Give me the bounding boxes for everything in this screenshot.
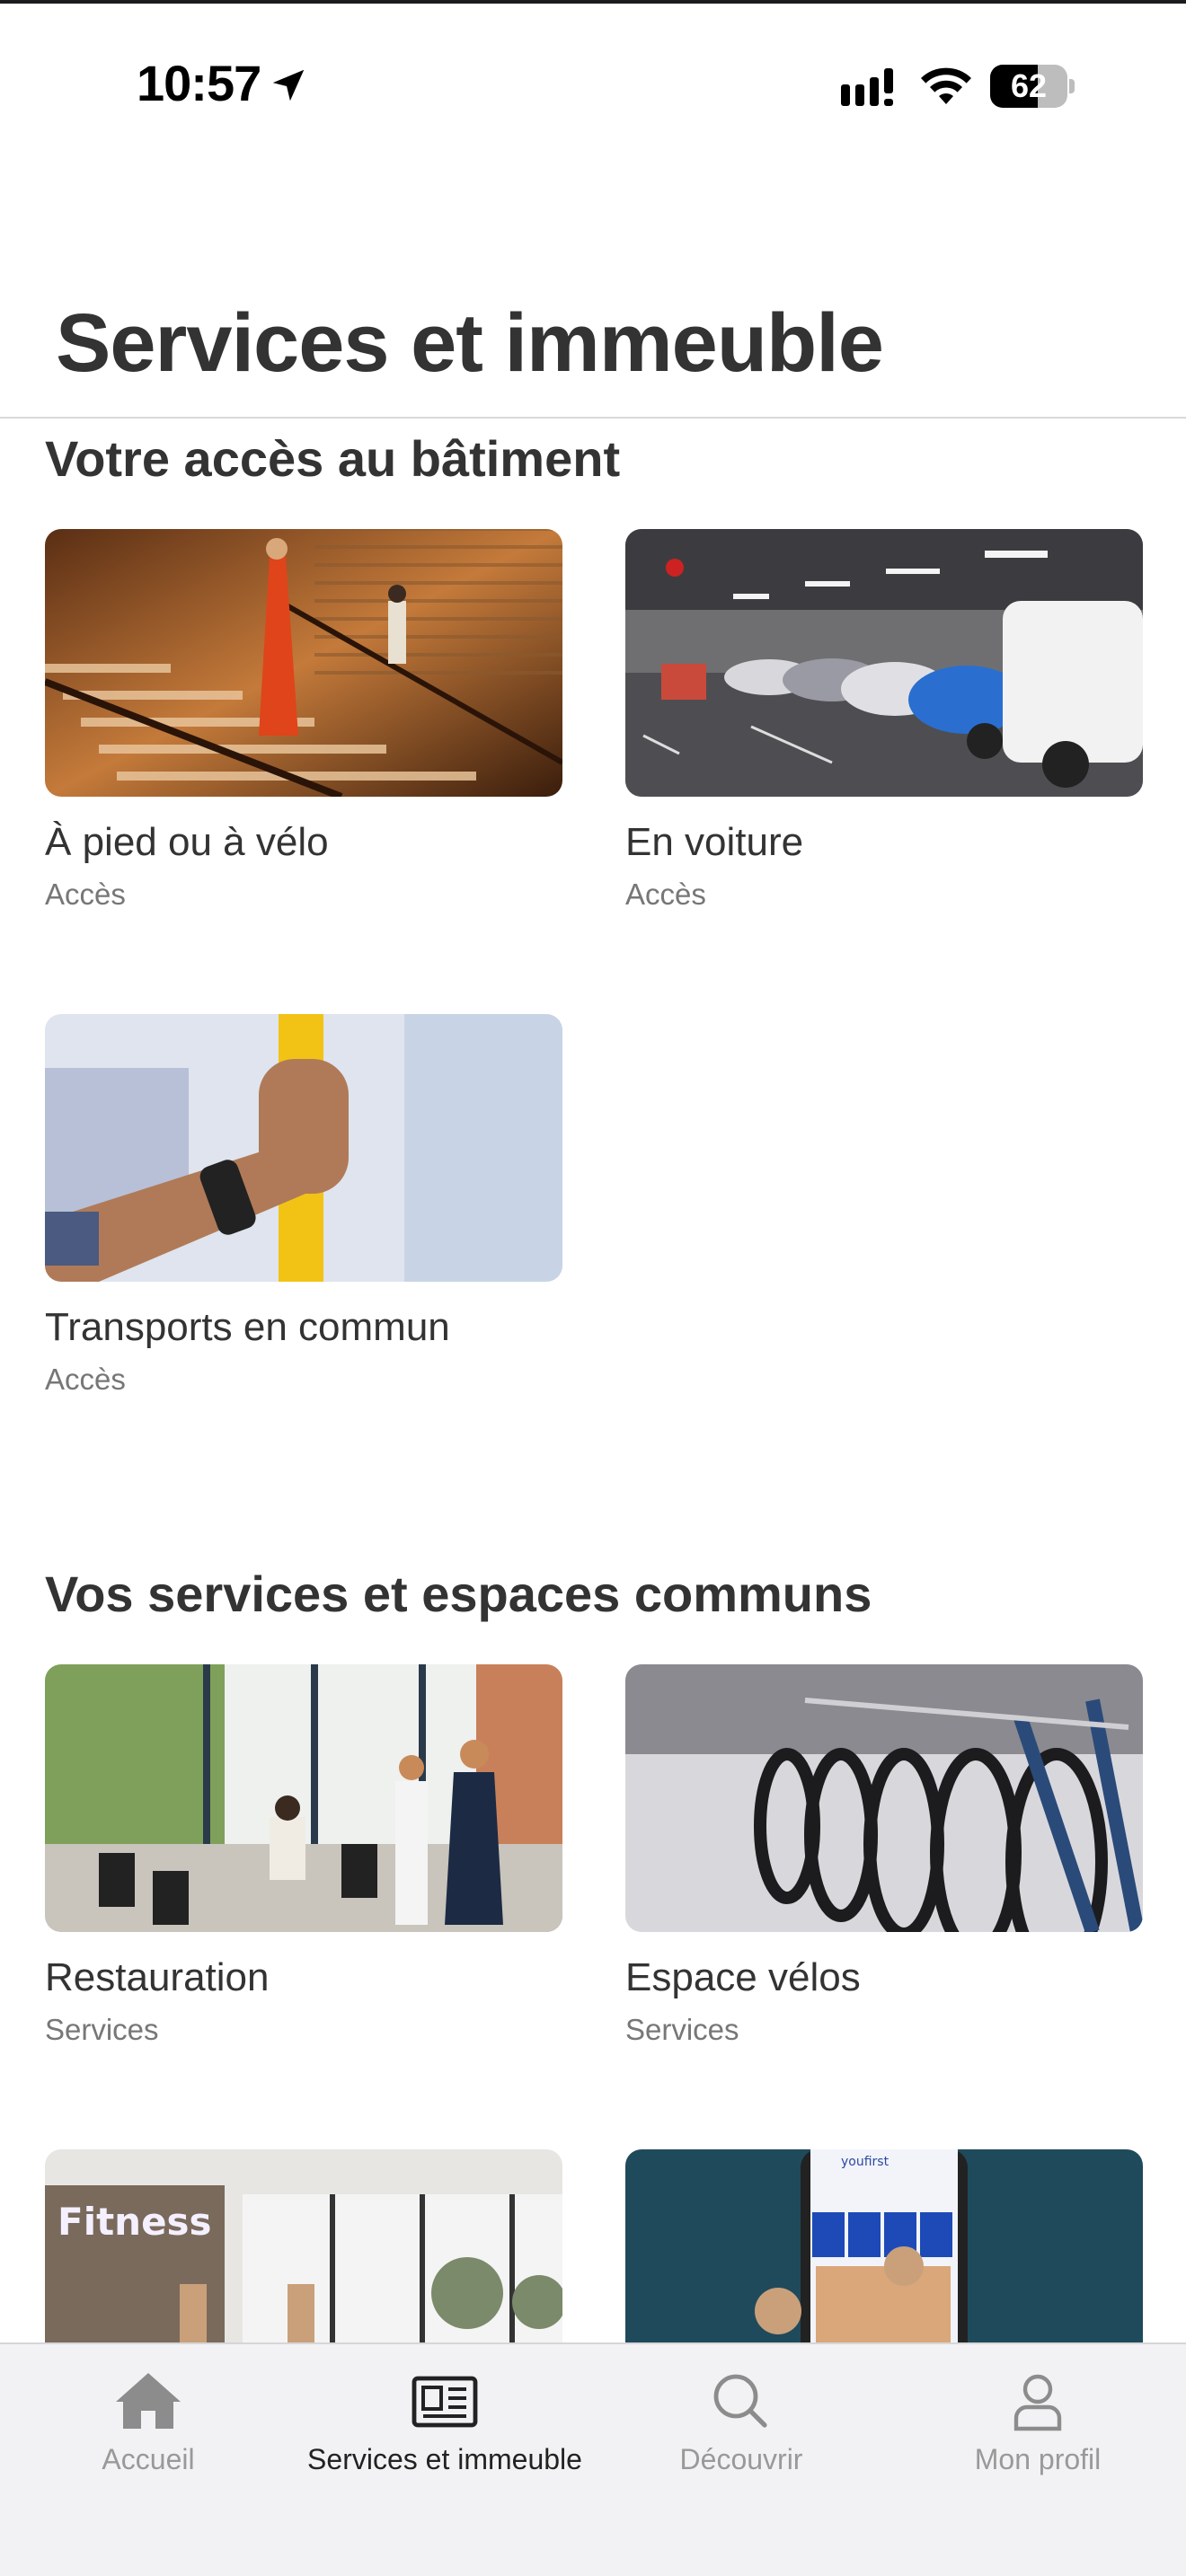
- card-category: Accès: [625, 878, 706, 911]
- card-category: Accès: [45, 878, 126, 911]
- card-restauration[interactable]: Restauration Services: [45, 1664, 562, 2047]
- search-icon: [713, 2374, 767, 2428]
- bike-rack-photo: [625, 1664, 1143, 1932]
- card-title: Espace vélos: [625, 1955, 861, 1999]
- tab-label: Services et immeuble: [307, 2443, 582, 2475]
- newspaper-icon: [412, 2376, 478, 2428]
- card-title: À pied ou à vélo: [45, 820, 329, 864]
- card-category: Accès: [45, 1363, 126, 1396]
- top-edge-line: [0, 0, 1186, 4]
- cellular-signal-icon: [841, 68, 893, 106]
- stairs-photo: [45, 529, 562, 797]
- card-public-transport[interactable]: Transports en commun Accès: [45, 1014, 562, 1397]
- app-brand-text: youfirst: [841, 2155, 890, 2169]
- person-icon: [1013, 2374, 1062, 2431]
- wifi-icon: [921, 67, 971, 104]
- section-title-services: Vos services et espaces communs: [45, 1566, 872, 1622]
- tab-discover[interactable]: Découvrir: [593, 2344, 890, 2524]
- section-title-access: Votre accès au bâtiment: [45, 430, 621, 487]
- fitness-sign: Fitness: [58, 2200, 212, 2244]
- cafe-terrace-photo: [45, 1664, 562, 1932]
- card-category: Services: [625, 2013, 739, 2046]
- header-divider: [0, 417, 1186, 419]
- status-time: 10:57: [137, 55, 261, 111]
- tab-label: Découvrir: [679, 2443, 803, 2475]
- card-title: En voiture: [625, 820, 804, 864]
- tab-services[interactable]: Services et immeuble: [296, 2344, 593, 2524]
- home-icon: [116, 2373, 181, 2429]
- card-bike-space[interactable]: Espace vélos Services: [625, 1664, 1143, 2047]
- tab-home[interactable]: Accueil: [0, 2344, 296, 2524]
- page-title: Services et immeuble: [56, 297, 884, 389]
- transit-handle-photo: [45, 1014, 562, 1282]
- card-title: Restauration: [45, 1955, 270, 1999]
- card-car[interactable]: En voiture Accès: [625, 529, 1143, 912]
- battery-level: 62: [1010, 67, 1048, 104]
- status-bar: 10:57 62: [0, 0, 1186, 171]
- tab-bar: Accueil Services et immeuble Découvrir M…: [0, 2342, 1186, 2576]
- parking-photo: [625, 529, 1143, 797]
- tab-label: Mon profil: [974, 2443, 1102, 2475]
- card-category: Services: [45, 2013, 159, 2046]
- tab-profile[interactable]: Mon profil: [890, 2344, 1186, 2524]
- card-title: Transports en commun: [45, 1305, 450, 1349]
- tab-label: Accueil: [102, 2443, 195, 2475]
- card-walk-bike[interactable]: À pied ou à vélo Accès: [45, 529, 562, 912]
- location-arrow-icon: [272, 69, 305, 101]
- battery-indicator: 62: [990, 65, 1075, 108]
